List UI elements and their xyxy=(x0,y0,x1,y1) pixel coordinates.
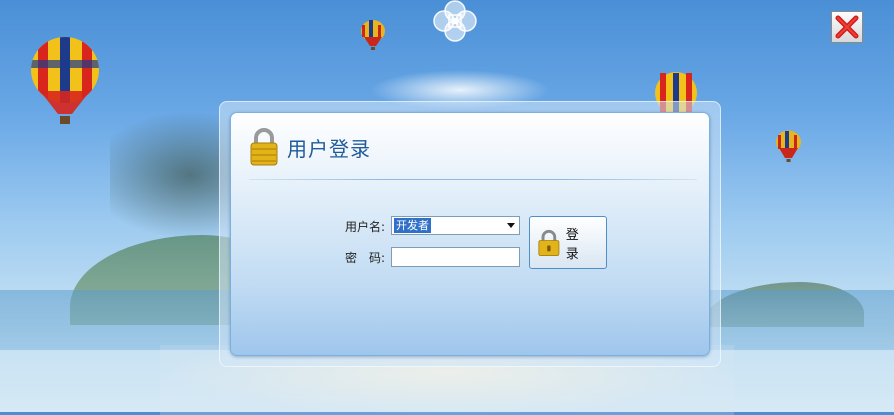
username-select[interactable]: 开发者 xyxy=(391,216,520,235)
username-selected-value: 开发者 xyxy=(394,218,431,233)
password-input[interactable] xyxy=(391,247,520,267)
dialog-title: 用户登录 xyxy=(287,136,371,161)
close-button[interactable] xyxy=(831,11,863,43)
clover-emblem-icon xyxy=(431,0,479,42)
chevron-down-icon[interactable] xyxy=(507,223,515,228)
password-label: 密 码: xyxy=(344,251,385,265)
balloon-icon xyxy=(28,36,102,128)
dialog-header: 用户登录 xyxy=(249,127,371,167)
username-label: 用户名: xyxy=(344,220,385,234)
login-button-label: 登 录 xyxy=(565,227,585,262)
login-button[interactable]: 登 录 xyxy=(529,216,607,269)
balloon-icon xyxy=(360,19,386,51)
login-dialog: 用户登录 用户名: 开发者 密 码: 登 录 xyxy=(230,112,710,356)
close-x-icon xyxy=(835,15,859,39)
padlock-icon xyxy=(250,128,278,166)
balloon-icon xyxy=(775,130,802,163)
padlock-icon xyxy=(538,229,560,256)
header-divider xyxy=(249,179,697,180)
